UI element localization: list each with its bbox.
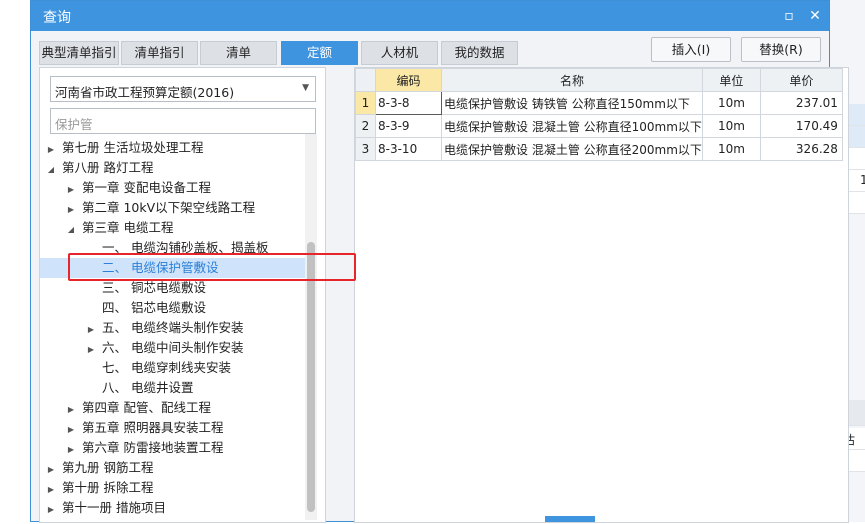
search-placeholder: 保护管 [55,117,93,132]
restore-icon[interactable]: ▫ [779,6,799,26]
tree-node[interactable]: ▶ 第五章 照明器具安装工程 [64,418,224,440]
quota-table: 编码 名称 单位 单价 1 8-3-8 电缆保护管敷设 铸铁管 公称直径150m… [355,68,843,161]
tree-node-label: 第七册 生活垃圾处理工程 [61,140,204,155]
tab-list[interactable]: 清单 [200,41,277,65]
splitter-handle[interactable] [545,516,595,522]
tree-node[interactable]: ▶ 六、 电缆中间头制作安装 [84,338,244,360]
column-header-code[interactable]: 编码 [375,68,442,92]
expand-arrow-icon[interactable]: ▶ [84,320,98,340]
tree-node-label: 第五章 照明器具安装工程 [81,420,224,435]
tab-quota[interactable]: 定额 [281,41,358,65]
table-row[interactable]: 2 8-3-9 电缆保护管敷设 混凝土管 公称直径100mm以下 10m 170… [355,114,843,138]
close-icon[interactable]: ✕ [805,6,825,26]
tree-node[interactable]: ▶ 第四章 配管、配线工程 [64,398,211,418]
collapse-arrow-icon[interactable]: ◢ [64,220,78,240]
tree-node-label: 五、 电缆终端头制作安装 [101,320,244,335]
dialog-titlebar: 查询 ▫ ✕ [31,1,829,31]
tree-node-label: 第二章 10kV以下架空线路工程 [81,200,256,215]
library-select-value: 河南省市政工程预算定额(2016) [55,85,235,100]
chapter-tree: ▶ 第七册 生活垃圾处理工程 ◢ 第八册 路灯工程 ▶ 第一章 变配电设备工程 … [40,138,305,524]
dialog-title: 查询 [43,10,71,26]
column-header-price[interactable]: 单价 [759,68,843,92]
column-header-name[interactable]: 名称 [441,68,703,92]
tree-node[interactable]: ▶ 五、 电缆终端头制作安装 [84,318,244,340]
tab-my-data[interactable]: 我的数据 [441,41,518,65]
bg-value: 1 [860,173,865,187]
table-row[interactable]: 3 8-3-10 电缆保护管敷设 混凝土管 公称直径200mm以下 10m 32… [355,137,843,161]
tree-node[interactable]: ▶ 第十册 拆除工程 [44,478,154,500]
search-input[interactable]: 保护管 [50,108,316,134]
highlight-annotation-box [68,253,356,281]
insert-button[interactable]: 插入(I) [651,37,731,62]
tree-node-label: 第十册 拆除工程 [61,480,154,495]
tree-node-label: 八、 电缆井设置 [101,380,194,395]
expand-arrow-icon[interactable]: ▶ [64,420,78,440]
expand-arrow-icon[interactable]: ▶ [44,140,58,160]
tree-scrollbar[interactable] [305,134,317,520]
tree-node-label: 第四章 配管、配线工程 [81,400,211,415]
expand-arrow-icon[interactable]: ▶ [44,480,58,500]
column-header-unit[interactable]: 单位 [701,68,761,92]
replace-button[interactable]: 替换(R) [741,37,821,62]
price-cell[interactable]: 326.28 [759,137,843,161]
tree-node[interactable]: ◢ 第八册 路灯工程 [44,158,154,180]
tree-node-label: 四、 铝芯电缆敷设 [101,300,206,315]
row-index-header [355,68,376,92]
name-cell[interactable]: 电缆保护管敷设 铸铁管 公称直径150mm以下 [441,91,703,115]
tree-node-label: 第八册 路灯工程 [61,160,154,175]
expand-arrow-icon[interactable]: ▶ [44,500,58,520]
row-index: 2 [355,114,376,138]
tree-node[interactable]: ▶ 第六章 防雷接地装置工程 [64,438,224,460]
tree-node-label: 第六章 防雷接地装置工程 [81,440,224,455]
tree-node[interactable]: ▶ 第十一册 措施项目 [44,498,166,518]
chevron-down-icon: ▼ [302,83,309,93]
left-pane: 河南省市政工程预算定额(2016) ▼ 保护管 ▶ 第七册 生活垃圾处理工程 ◢… [39,67,326,523]
expand-arrow-icon[interactable]: ▶ [64,400,78,420]
tree-node[interactable]: ▶ 第二章 10kV以下架空线路工程 [64,198,255,218]
tree-node[interactable]: ▶ 第一章 变配电设备工程 [64,178,211,198]
price-cell[interactable]: 170.49 [759,114,843,138]
table-header-row: 编码 名称 单位 单价 [355,68,843,92]
table-row[interactable]: 1 8-3-8 电缆保护管敷设 铸铁管 公称直径150mm以下 10m 237.… [355,91,843,115]
tree-node[interactable]: ▶ 第九册 钢筋工程 [44,458,154,480]
tree-node[interactable]: 三、 铜芯电缆敷设 [84,278,206,298]
tree-node-label: 第一章 变配电设备工程 [81,180,211,195]
scrollbar-thumb[interactable] [307,242,315,512]
tab-list-guide[interactable]: 清单指引 [121,41,198,65]
row-index: 3 [355,137,376,161]
tree-node[interactable]: ◢ 第三章 电缆工程 [64,218,174,240]
unit-cell[interactable]: 10m [701,114,761,138]
unit-cell[interactable]: 10m [701,137,761,161]
tab-typical-list-guide[interactable]: 典型清单指引 [39,41,119,65]
unit-cell[interactable]: 10m [701,91,761,115]
collapse-arrow-icon[interactable]: ◢ [44,160,58,180]
expand-arrow-icon[interactable]: ▶ [44,460,58,480]
name-cell[interactable]: 电缆保护管敷设 混凝土管 公称直径100mm以下 [441,114,703,138]
expand-arrow-icon[interactable]: ▶ [64,440,78,460]
tree-node-label: 七、 电缆穿刺线夹安装 [101,360,231,375]
code-cell[interactable]: 8-3-9 [375,114,442,138]
tab-labor-material-machine[interactable]: 人材机 [361,41,438,65]
name-cell[interactable]: 电缆保护管敷设 混凝土管 公称直径200mm以下 [441,137,703,161]
tree-node[interactable]: 四、 铝芯电缆敷设 [84,298,206,318]
tree-node[interactable]: ▶ 第七册 生活垃圾处理工程 [44,138,204,160]
expand-arrow-icon[interactable]: ▶ [64,180,78,200]
quota-grid: 编码 名称 单位 单价 1 8-3-8 电缆保护管敷设 铸铁管 公称直径150m… [354,67,849,523]
code-cell[interactable]: 8-3-10 [375,137,442,161]
expand-arrow-icon[interactable]: ▶ [84,340,98,360]
code-cell[interactable]: 8-3-8 [375,91,442,115]
tree-node[interactable]: 七、 电缆穿刺线夹安装 [84,358,231,378]
library-select[interactable]: 河南省市政工程预算定额(2016) ▼ [50,76,316,102]
row-index: 1 [355,91,376,115]
tree-node-label: 三、 铜芯电缆敷设 [101,280,206,295]
expand-arrow-icon[interactable]: ▶ [64,200,78,220]
tree-node-label: 第十一册 措施项目 [61,500,166,515]
price-cell[interactable]: 237.01 [759,91,843,115]
tree-node[interactable]: 八、 电缆井设置 [84,378,193,398]
tree-node-label: 第三章 电缆工程 [81,220,174,235]
tree-node-label: 六、 电缆中间头制作安装 [101,340,244,355]
tree-node-label: 第九册 钢筋工程 [61,460,154,475]
